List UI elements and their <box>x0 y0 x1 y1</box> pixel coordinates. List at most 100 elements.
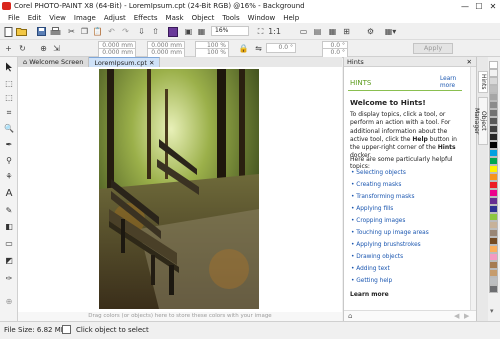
mask-icon[interactable] <box>167 26 178 37</box>
maximize-button[interactable]: ☐ <box>472 0 486 12</box>
palette-swatch[interactable] <box>489 261 498 269</box>
apply-button[interactable]: Apply <box>413 43 453 54</box>
palette-swatch[interactable] <box>489 189 498 197</box>
palette-swatch[interactable] <box>489 125 498 133</box>
rectangle-mask-tool-icon[interactable]: ⬚ <box>3 91 15 103</box>
tab-close-icon[interactable]: ✕ <box>149 59 154 67</box>
redo-icon[interactable]: ↷ <box>120 26 131 37</box>
clone-tool-icon[interactable]: ⚘ <box>3 170 15 182</box>
undo-icon[interactable]: ↶ <box>106 26 117 37</box>
zoom-to-fit-icon[interactable]: ⛶ <box>255 26 266 37</box>
palette-swatch[interactable] <box>489 85 498 93</box>
grid-icon[interactable]: ▦ <box>327 26 338 37</box>
palette-swatch[interactable] <box>489 269 498 277</box>
save-icon[interactable] <box>36 26 47 37</box>
launch-icon[interactable]: ▦▾ <box>385 26 397 37</box>
palette-swatch[interactable] <box>489 117 498 125</box>
learn-more-bottom-link[interactable]: Learn more <box>350 291 389 298</box>
palette-swatch[interactable] <box>489 221 498 229</box>
palette-swatch[interactable] <box>489 181 498 189</box>
palette-swatch[interactable] <box>489 157 498 165</box>
learn-more-top-link[interactable]: Learn more <box>440 76 466 90</box>
rotation-field[interactable]: 0.0 ° <box>266 43 296 53</box>
snap-icon[interactable]: ⊞ <box>341 26 352 37</box>
topic-link[interactable]: • Selecting objects <box>351 170 406 176</box>
palette-swatch[interactable] <box>489 93 498 101</box>
topic-link[interactable]: • Cropping images <box>351 218 405 224</box>
open-folder-icon[interactable] <box>16 26 27 37</box>
palette-swatch[interactable] <box>489 237 498 245</box>
docker-close-icon[interactable]: ✕ <box>467 57 472 67</box>
palette-swatch[interactable] <box>489 205 498 213</box>
menu-mask[interactable]: Mask <box>162 14 188 22</box>
park-bench-photo[interactable] <box>99 69 259 309</box>
palette-swatch[interactable] <box>489 77 498 85</box>
topic-link[interactable]: • Creating masks <box>351 182 401 188</box>
palette-swatch[interactable] <box>489 253 498 261</box>
palette-swatch[interactable] <box>489 101 498 109</box>
palette-scroll-down-icon[interactable]: ▾ <box>490 307 494 315</box>
close-button[interactable]: ✕ <box>486 0 500 12</box>
forward-icon[interactable]: ▶ <box>464 312 469 320</box>
copy-icon[interactable]: ❐ <box>79 26 90 37</box>
menu-tools[interactable]: Tools <box>218 14 243 22</box>
palette-swatch[interactable] <box>489 69 498 77</box>
eraser-tool-icon[interactable]: ◩ <box>3 254 15 266</box>
transform-mode-icon[interactable]: ↻ <box>17 43 28 54</box>
topic-link[interactable]: • Transforming masks <box>351 194 415 200</box>
rulers-icon[interactable]: ▤ <box>312 26 323 37</box>
paint-tool-icon[interactable]: ✎ <box>3 204 15 216</box>
mask-overlay-icon[interactable]: ▣ <box>183 26 194 37</box>
print-icon[interactable] <box>50 26 61 37</box>
back-icon[interactable]: ◀ <box>454 312 459 320</box>
zoom-tool-icon[interactable]: 🔍 <box>3 122 15 134</box>
add-icon[interactable]: + <box>3 43 14 54</box>
mirror-icon[interactable]: ⇋ <box>253 43 264 54</box>
hints-side-tab[interactable]: Hints <box>478 71 488 93</box>
paste-icon[interactable]: 📋 <box>92 26 103 37</box>
menu-view[interactable]: View <box>45 14 70 22</box>
eyedropper-tool-icon[interactable]: ✒ <box>3 138 15 150</box>
palette-swatch[interactable] <box>489 285 498 293</box>
redeye-tool-icon[interactable]: ⚲ <box>3 154 15 166</box>
menu-edit[interactable]: Edit <box>24 14 46 22</box>
fill-tool-icon[interactable]: ◧ <box>3 220 15 232</box>
palette-swatch[interactable] <box>489 245 498 253</box>
home-icon[interactable]: ⌂ <box>348 312 352 320</box>
palette-swatch[interactable] <box>489 133 498 141</box>
minimize-button[interactable]: — <box>458 0 472 12</box>
object-pick-icon[interactable]: ▦ <box>196 26 207 37</box>
zoom-level-select[interactable]: 16% <box>211 26 249 36</box>
lock-ratio-icon[interactable]: 🔒 <box>238 43 249 54</box>
palette-swatch[interactable] <box>489 229 498 237</box>
cut-icon[interactable]: ✂ <box>66 26 77 37</box>
palette-swatch[interactable] <box>489 173 498 181</box>
zoom-100-icon[interactable]: 1:1 <box>268 26 281 37</box>
palette-swatch[interactable] <box>489 277 498 285</box>
pick-tool-icon[interactable] <box>3 61 15 73</box>
palette-swatch[interactable] <box>489 149 498 157</box>
tab-welcome-screen[interactable]: ⌂ Welcome Screen <box>18 57 90 67</box>
topic-link[interactable]: • Getting help <box>351 278 392 284</box>
menu-window[interactable]: Window <box>244 14 280 22</box>
menu-effects[interactable]: Effects <box>130 14 162 22</box>
palette-swatch[interactable] <box>489 109 498 117</box>
new-document-icon[interactable] <box>3 26 14 37</box>
topic-link[interactable]: • Drawing objects <box>351 254 403 260</box>
menu-image[interactable]: Image <box>70 14 100 22</box>
mask-transform-tool-icon[interactable]: ⬚ <box>3 77 15 89</box>
menu-object[interactable]: Object <box>188 14 219 22</box>
image-canvas[interactable] <box>18 67 342 312</box>
topic-link[interactable]: • Applying brushstrokes <box>351 242 421 248</box>
menu-help[interactable]: Help <box>279 14 303 22</box>
topic-link[interactable]: • Applying fills <box>351 206 393 212</box>
export-icon[interactable]: ⇧ <box>150 26 161 37</box>
palette-swatch[interactable] <box>489 61 498 69</box>
full-screen-icon[interactable]: ▭ <box>298 26 309 37</box>
options-gear-icon[interactable]: ⚙ <box>365 26 376 37</box>
text-tool-icon[interactable]: A <box>3 187 15 199</box>
topic-link[interactable]: • Touching up image areas <box>351 230 429 236</box>
tab-document[interactable]: LoremIpsum.cpt ✕ <box>89 57 161 67</box>
palette-swatch[interactable] <box>489 165 498 173</box>
import-icon[interactable]: ⇩ <box>136 26 147 37</box>
